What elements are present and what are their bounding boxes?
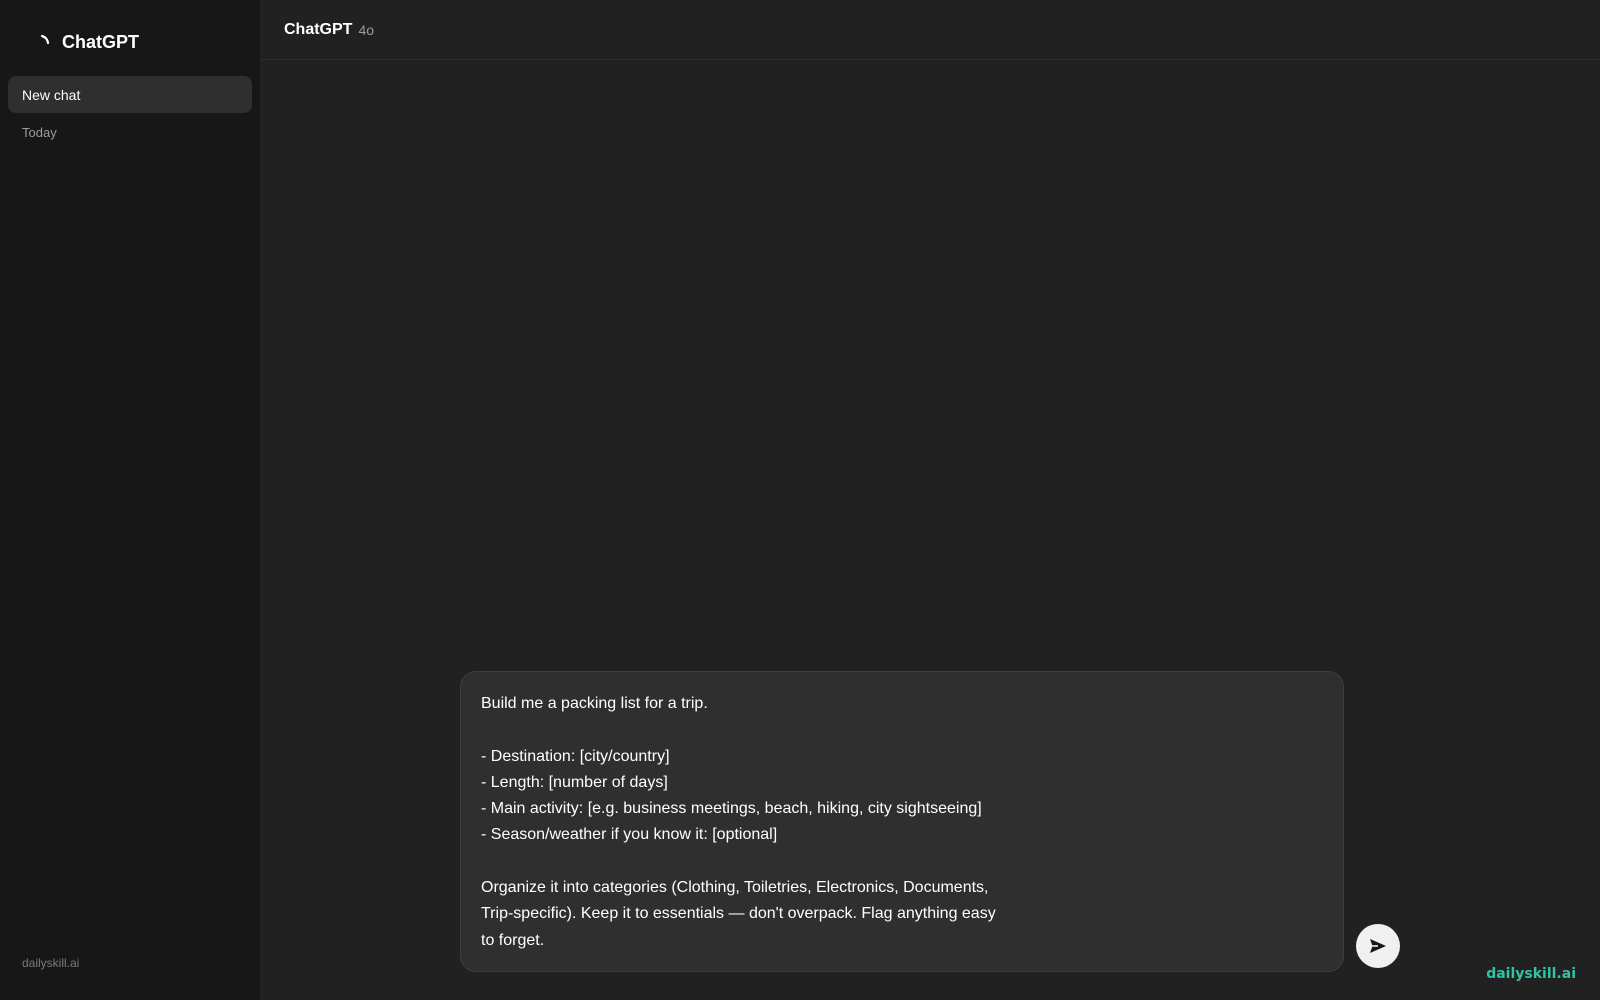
- send-arrow-icon: [1368, 936, 1388, 956]
- loading-spinner-icon: [36, 32, 56, 52]
- model-version-label[interactable]: 4o: [358, 22, 374, 38]
- new-chat-button[interactable]: New chat: [8, 76, 252, 113]
- message-composer[interactable]: [460, 671, 1344, 972]
- model-selector-title[interactable]: ChatGPT: [284, 21, 352, 39]
- app-window: ChatGPT New chat Today dailyskill.ai Cha…: [0, 0, 1600, 1000]
- history-section-label: Today: [22, 125, 57, 140]
- sidebar: ChatGPT New chat Today dailyskill.ai: [0, 0, 260, 1000]
- send-button[interactable]: [1356, 924, 1400, 968]
- watermark: dailyskill.ai: [1486, 966, 1576, 982]
- message-input[interactable]: [481, 691, 1323, 952]
- brand[interactable]: ChatGPT: [36, 28, 139, 56]
- top-bar: ChatGPT 4o: [260, 0, 1600, 60]
- brand-title: ChatGPT: [62, 31, 140, 52]
- sidebar-footer-text: dailyskill.ai: [22, 956, 80, 970]
- main-panel: ChatGPT 4o: [260, 0, 1600, 1000]
